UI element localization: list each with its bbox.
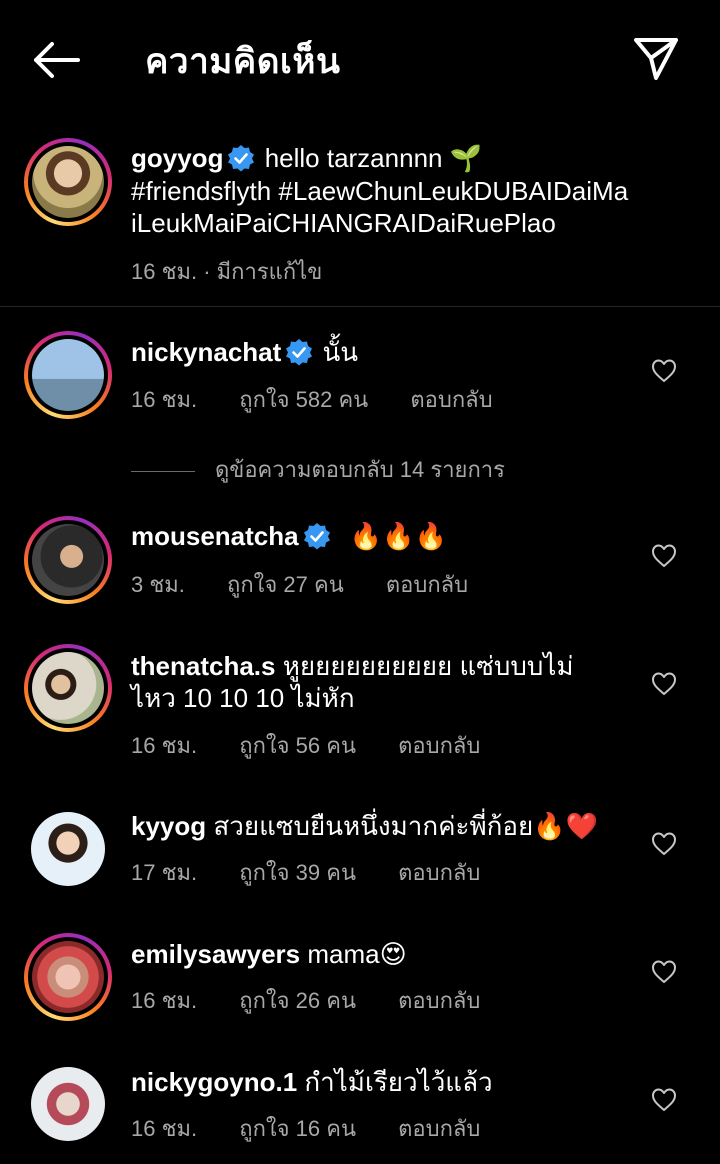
- comment-text: emilysawyers mama😍: [131, 938, 407, 971]
- view-replies-label: ดูข้อความตอบกลับ 14 รายการ: [215, 457, 505, 482]
- comment-meta: 16 ชม. ถูกใจ 26 คน ตอบกลับ: [131, 983, 516, 1018]
- comment-message: สวยแซบยืนหนึ่งมากค่ะพี่ก้อย: [213, 811, 534, 841]
- comment-text: nickygoyno.1 กำไม้เรียวไว้แล้ว: [131, 1066, 493, 1098]
- comment-meta: 3 ชม. ถูกใจ 27 คน ตอบกลับ: [131, 567, 504, 602]
- comment-username[interactable]: nickynachat: [131, 337, 281, 367]
- reply-button[interactable]: ตอบกลับ: [398, 860, 480, 885]
- comment-username[interactable]: emilysawyers: [131, 939, 300, 969]
- caption-text: goyyog hello tarzannnn 🌱 #friendsflyth #…: [131, 142, 671, 239]
- comment-username[interactable]: nickygoyno.1: [131, 1067, 297, 1097]
- comment-time: 17 ชม.: [131, 860, 198, 885]
- comment-text: thenatcha.s หูยยยยยยยยยย แซ่บบบไม่ ไหว 1…: [131, 650, 651, 714]
- fire-emoji: 🔥🔥🔥: [349, 522, 447, 552]
- comment-text: mousenatcha 🔥🔥🔥: [131, 520, 447, 553]
- comment-time: 16 ชม.: [131, 1116, 198, 1141]
- comment-username[interactable]: kyyog: [131, 811, 206, 841]
- comment-likes[interactable]: ถูกใจ 26 คน: [239, 988, 356, 1013]
- view-replies-button[interactable]: ดูข้อความตอบกลับ 14 รายการ: [131, 452, 505, 487]
- heart-icon[interactable]: [651, 543, 677, 569]
- reply-button[interactable]: ตอบกลับ: [386, 572, 468, 597]
- comment-message: นั้น: [322, 337, 359, 367]
- comment-time: 3 ชม.: [131, 572, 185, 597]
- fire-heart-emoji: 🔥❤️: [533, 812, 598, 842]
- page-title: ความคิดเห็น: [145, 42, 341, 81]
- comment-likes[interactable]: ถูกใจ 56 คน: [239, 733, 356, 758]
- comment-username[interactable]: mousenatcha: [131, 521, 299, 551]
- comments-screen: ความคิดเห็น goyyog hello tarzannnn 🌱 #fr…: [0, 0, 720, 1164]
- comment-likes[interactable]: ถูกใจ 582 คน: [239, 387, 368, 412]
- comment-time: 16 ชม.: [131, 387, 198, 412]
- comment-text: nickynachat นั้น: [131, 336, 358, 368]
- comment-message: mama: [307, 939, 380, 969]
- verified-badge-icon: [286, 339, 313, 366]
- arrow-left-icon[interactable]: [28, 38, 84, 82]
- avatar[interactable]: [31, 812, 105, 886]
- avatar[interactable]: [24, 516, 112, 604]
- verified-badge-icon: [303, 523, 330, 550]
- comment-message: หูยยยยยยยยยย แซ่บบบไม่: [282, 651, 574, 681]
- avatar[interactable]: [24, 138, 112, 226]
- comment-meta: 16 ชม. ถูกใจ 56 คน ตอบกลับ: [131, 728, 516, 763]
- heart-icon[interactable]: [651, 671, 677, 697]
- verified-badge-icon: [228, 145, 255, 172]
- reply-button[interactable]: ตอบกลับ: [398, 988, 480, 1013]
- divider-line: [131, 470, 195, 472]
- comment-meta: 16 ชม. ถูกใจ 16 คน ตอบกลับ: [131, 1111, 516, 1146]
- caption-hashtags[interactable]: #friendsflyth #LaewChunLeukDUBAIDaiMa iL…: [131, 176, 628, 238]
- comment-message: กำไม้เรียวไว้แล้ว: [304, 1067, 493, 1097]
- comment-time: 16 ชม.: [131, 988, 198, 1013]
- reply-button[interactable]: ตอบกลับ: [410, 387, 492, 412]
- comment-time: 16 ชม.: [131, 733, 198, 758]
- comment-likes[interactable]: ถูกใจ 16 คน: [239, 1116, 356, 1141]
- comment-meta: 16 ชม. ถูกใจ 582 คน ตอบกลับ: [131, 382, 529, 417]
- avatar[interactable]: [24, 331, 112, 419]
- comment-text: kyyog สวยแซบยืนหนึ่งมากค่ะพี่ก้อย🔥❤️: [131, 810, 598, 843]
- avatar[interactable]: [24, 933, 112, 1021]
- comment-likes[interactable]: ถูกใจ 39 คน: [239, 860, 356, 885]
- caption-message: hello tarzannnn: [264, 143, 443, 173]
- caption-meta: 16 ชม. · มีการแก้ไข: [131, 259, 323, 284]
- paper-plane-icon[interactable]: [630, 34, 682, 82]
- heart-icon[interactable]: [651, 1087, 677, 1113]
- comment-username[interactable]: thenatcha.s: [131, 651, 276, 681]
- heart-eyes-emoji: 😍: [379, 940, 407, 970]
- heart-icon[interactable]: [651, 831, 677, 857]
- caption-username[interactable]: goyyog: [131, 143, 223, 173]
- avatar[interactable]: [31, 1067, 105, 1141]
- heart-icon[interactable]: [651, 358, 677, 384]
- seedling-emoji: 🌱: [449, 144, 483, 174]
- reply-button[interactable]: ตอบกลับ: [398, 733, 480, 758]
- post-caption: goyyog hello tarzannnn 🌱 #friendsflyth #…: [0, 130, 720, 307]
- avatar[interactable]: [24, 644, 112, 732]
- heart-icon[interactable]: [651, 959, 677, 985]
- header: ความคิดเห็น: [0, 0, 720, 120]
- reply-button[interactable]: ตอบกลับ: [398, 1116, 480, 1141]
- comment-meta: 17 ชม. ถูกใจ 39 คน ตอบกลับ: [131, 855, 516, 890]
- comment-likes[interactable]: ถูกใจ 27 คน: [227, 572, 344, 597]
- comment-message-line2: ไหว 10 10 10 ไม่หัก: [131, 683, 355, 713]
